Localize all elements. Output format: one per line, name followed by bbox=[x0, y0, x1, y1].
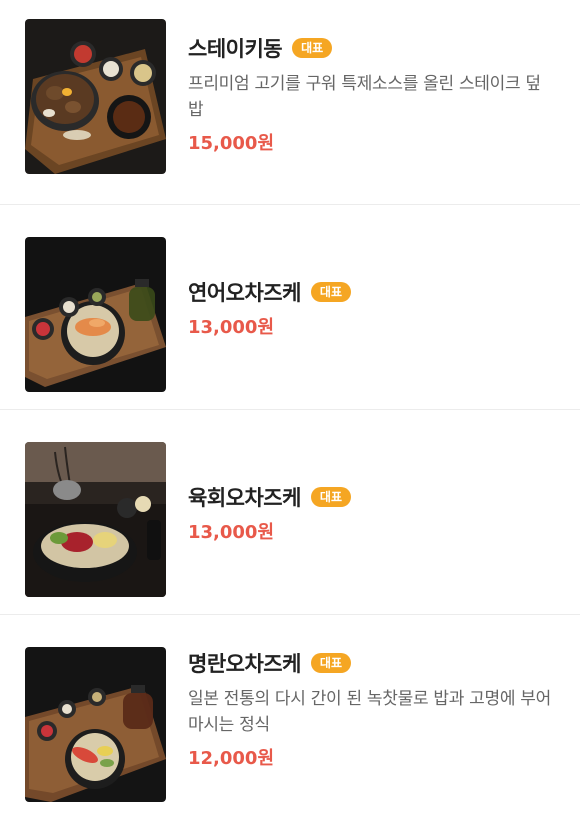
signature-badge: 대표 bbox=[292, 38, 333, 58]
menu-item-photo[interactable] bbox=[25, 19, 166, 174]
menu-item-price: 13,000원 bbox=[188, 522, 275, 543]
menu-item-price: 13,000원 bbox=[188, 317, 275, 338]
menu-item-info: 육회오차즈케 대표 13,000원 bbox=[188, 482, 556, 544]
menu-item-steak-don[interactable]: 스테이키동 대표 프리미엄 고기를 구워 특제소스를 올린 스테이크 덮밥 15… bbox=[0, 0, 580, 205]
steak-rice-bowl-photo bbox=[25, 19, 166, 174]
yukhoe-ochazuke-photo bbox=[25, 442, 166, 597]
signature-badge: 대표 bbox=[310, 653, 352, 673]
menu-list: 스테이키동 대표 프리미엄 고기를 구워 특제소스를 올린 스테이크 덮밥 15… bbox=[0, 0, 580, 820]
menu-item-description: 일본 전통의 다시 간이 된 녹찻물로 밥과 고명에 부어마시는 정식 bbox=[188, 689, 551, 735]
menu-item-price: 12,000원 bbox=[188, 748, 275, 769]
signature-badge: 대표 bbox=[310, 487, 352, 507]
menu-item-name: 명란오차즈케 bbox=[188, 652, 301, 676]
salmon-ochazuke-photo bbox=[25, 237, 166, 392]
menu-item-salmon-ochazuke[interactable]: 연어오차즈케 대표 13,000원 bbox=[0, 205, 580, 410]
title-row: 육회오차즈케 대표 bbox=[188, 482, 556, 512]
menu-item-info: 스테이키동 대표 프리미엄 고기를 구워 특제소스를 올린 스테이크 덮밥 15… bbox=[188, 33, 556, 155]
signature-badge: 대표 bbox=[310, 282, 352, 302]
title-row: 명란오차즈케 대표 bbox=[188, 648, 556, 678]
menu-item-name: 스테이키동 bbox=[188, 37, 283, 61]
title-row: 스테이키동 대표 bbox=[188, 33, 556, 63]
menu-item-price: 15,000원 bbox=[188, 133, 275, 154]
menu-item-info: 명란오차즈케 대표 일본 전통의 다시 간이 된 녹찻물로 밥과 고명에 부어마… bbox=[188, 648, 556, 770]
menu-item-name: 연어오차즈케 bbox=[188, 281, 301, 305]
menu-item-description: 프리미엄 고기를 구워 특제소스를 올린 스테이크 덮밥 bbox=[188, 74, 541, 120]
mentaiko-ochazuke-photo bbox=[25, 647, 166, 802]
menu-item-name: 육회오차즈케 bbox=[188, 486, 301, 510]
menu-item-photo[interactable] bbox=[25, 647, 166, 802]
menu-item-mentaiko-ochazuke[interactable]: 명란오차즈케 대표 일본 전통의 다시 간이 된 녹찻물로 밥과 고명에 부어마… bbox=[0, 615, 580, 820]
menu-item-photo[interactable] bbox=[25, 237, 166, 392]
menu-item-info: 연어오차즈케 대표 13,000원 bbox=[188, 277, 556, 339]
menu-item-photo[interactable] bbox=[25, 442, 166, 597]
title-row: 연어오차즈케 대표 bbox=[188, 277, 556, 307]
menu-item-yukhoe-ochazuke[interactable]: 육회오차즈케 대표 13,000원 bbox=[0, 410, 580, 615]
